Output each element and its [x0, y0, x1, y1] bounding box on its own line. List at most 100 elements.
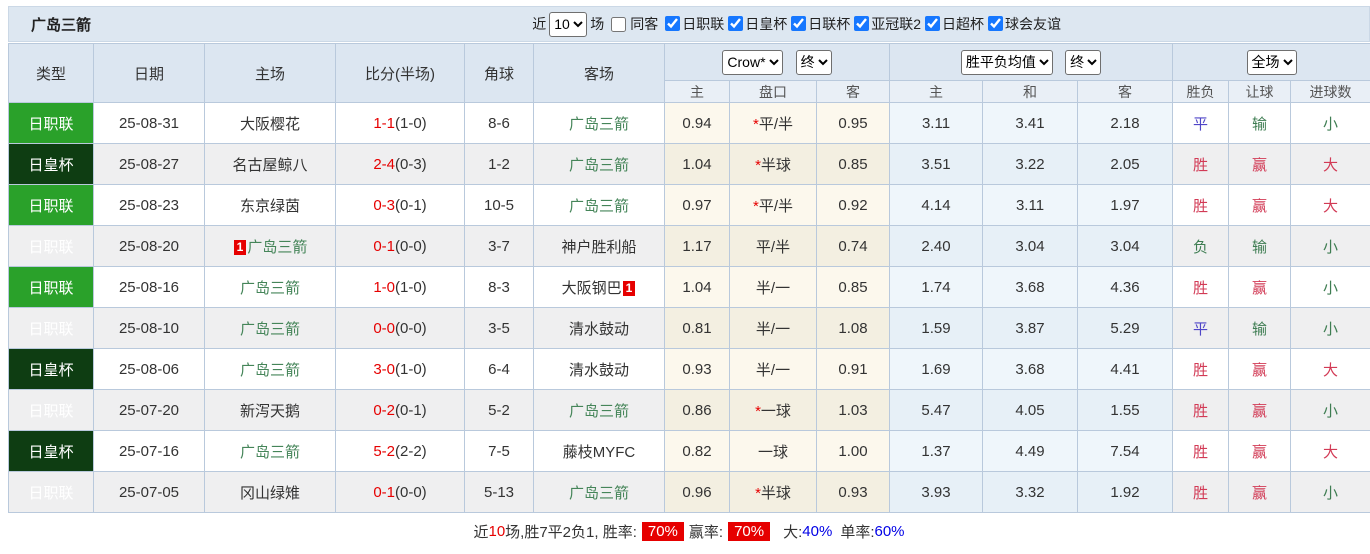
col-header-home: 主场 [205, 44, 336, 103]
mean-draw-odds: 3.04 [983, 226, 1078, 267]
goals-result: 大 [1291, 185, 1370, 226]
away-team-name[interactable]: 广岛三箭 [569, 403, 629, 420]
handicap-line: 平/半 [759, 198, 793, 215]
table-body: 日职联25-08-31大阪樱花1-1(1-0)8-6广岛三箭0.94*平/半0.… [9, 103, 1370, 513]
table-row: 日职联25-08-10广岛三箭0-0(0-0)3-5清水鼓动0.81半/一1.0… [9, 308, 1370, 349]
handicap-line: 半/一 [756, 280, 790, 297]
handicap-result: 输 [1229, 103, 1291, 144]
half-time-score: (0-1) [395, 402, 427, 419]
half-time-score: (0-0) [395, 238, 427, 255]
away-team-name[interactable]: 清水鼓动 [569, 321, 629, 338]
matches-label: 场 [590, 14, 604, 34]
home-team-cell: 名古屋鲸八 [205, 144, 336, 185]
score-cell: 0-0(0-0) [336, 308, 465, 349]
match-date: 25-08-16 [94, 267, 205, 308]
home-team-name[interactable]: 广岛三箭 [240, 362, 300, 379]
same-venue-checkbox[interactable] [611, 17, 626, 32]
mean-away-odds: 2.05 [1078, 144, 1173, 185]
handicap-cell: 半/一 [730, 308, 817, 349]
handicap-result: 赢 [1229, 144, 1291, 185]
home-team-name[interactable]: 大阪樱花 [240, 116, 300, 133]
handicap-line: 平/半 [759, 116, 793, 133]
same-venue-label: 同客 [630, 14, 658, 34]
score-cell: 0-3(0-1) [336, 185, 465, 226]
recent-count-select[interactable]: 10 [549, 12, 587, 37]
away-team-name[interactable]: 藤枝MYFC [563, 444, 636, 461]
handicap-result: 赢 [1229, 390, 1291, 431]
league-filter-checkbox[interactable] [854, 16, 869, 31]
mean-odds-select[interactable]: 胜平负均值 [961, 50, 1053, 75]
mean-odds-time-select[interactable]: 终 [1065, 50, 1101, 75]
away-team-name[interactable]: 神户胜利船 [561, 239, 636, 256]
mean-away-odds: 4.41 [1078, 349, 1173, 390]
league-filter-checkbox[interactable] [665, 16, 680, 31]
sub-col-mean-away: 客 [1078, 81, 1173, 103]
match-result: 胜 [1173, 472, 1229, 513]
summary-near-count: 10 [488, 523, 505, 540]
mean-home-odds: 1.59 [890, 308, 983, 349]
home-team-name[interactable]: 广岛三箭 [240, 444, 300, 461]
home-team-name[interactable]: 广岛三箭 [240, 280, 300, 297]
crow-away-odds: 1.03 [817, 390, 890, 431]
table-row: 日职联25-08-16广岛三箭1-0(1-0)8-3大阪钢巴11.04半/一0.… [9, 267, 1370, 308]
table-header: 类型 日期 主场 比分(半场) 角球 客场 Crow* 终 胜平负均值 终 全场 [9, 44, 1370, 103]
home-team-cell: 广岛三箭 [205, 308, 336, 349]
league-filter-label: 日超杯 [942, 14, 984, 34]
match-date: 25-08-27 [94, 144, 205, 185]
league-filters: 日职联日皇杯日联杯亚冠联2日超杯球会友谊 [661, 14, 1061, 35]
away-team-name[interactable]: 大阪钢巴 [562, 280, 622, 297]
away-team-cell: 藤枝MYFC [534, 431, 665, 472]
league-filter-checkbox[interactable] [791, 16, 806, 31]
home-team-cell: 大阪樱花 [205, 103, 336, 144]
col-header-away: 客场 [534, 44, 665, 103]
matches-table: 类型 日期 主场 比分(半场) 角球 客场 Crow* 终 胜平负均值 终 全场 [8, 43, 1370, 513]
rank-badge: 1 [623, 281, 636, 296]
mean-draw-odds: 3.11 [983, 185, 1078, 226]
league-filter-checkbox[interactable] [728, 16, 743, 31]
league-badge: 日皇杯 [9, 349, 94, 390]
match-date: 25-08-10 [94, 308, 205, 349]
handicap-win-rate-badge: 70% [728, 522, 770, 541]
crow-home-odds: 0.94 [665, 103, 730, 144]
league-badge: 日皇杯 [9, 144, 94, 185]
home-team-name[interactable]: 冈山绿雉 [240, 485, 300, 502]
table-row: 日职联25-08-23东京绿茵0-3(0-1)10-5广岛三箭0.97*平/半0… [9, 185, 1370, 226]
home-team-name[interactable]: 东京绿茵 [240, 198, 300, 215]
home-team-cell: 广岛三箭 [205, 349, 336, 390]
scope-select[interactable]: 全场 [1247, 50, 1297, 75]
handicap-line: 一球 [758, 444, 788, 461]
match-result: 胜 [1173, 144, 1229, 185]
corner-count: 8-3 [465, 267, 534, 308]
league-filter-checkbox[interactable] [988, 16, 1003, 31]
home-team-name[interactable]: 新泻天鹅 [240, 403, 300, 420]
mean-away-odds: 1.55 [1078, 390, 1173, 431]
summary-bar: 近10场,胜7平2负1, 胜率: 70% 赢率: 70% 大:40% 单率:60… [8, 513, 1370, 549]
away-team-name[interactable]: 广岛三箭 [569, 198, 629, 215]
away-team-name[interactable]: 广岛三箭 [569, 157, 629, 174]
half-time-score: (1-0) [395, 115, 427, 132]
table-row: 日皇杯25-08-27名古屋鲸八2-4(0-3)1-2广岛三箭1.04*半球0.… [9, 144, 1370, 185]
sub-col-mean-draw: 和 [983, 81, 1078, 103]
top-bar: 广岛三箭 近 10 场 同客 日职联日皇杯日联杯亚冠联2日超杯球会友谊 [8, 6, 1370, 42]
league-filter-label: 日职联 [682, 14, 724, 34]
full-time-score: 2-4 [373, 156, 395, 173]
home-team-name[interactable]: 广岛三箭 [247, 239, 307, 256]
handicap-result: 输 [1229, 308, 1291, 349]
odds-company-select[interactable]: Crow* [722, 50, 783, 75]
crow-away-odds: 1.00 [817, 431, 890, 472]
handicap-cell: 一球 [730, 431, 817, 472]
full-time-score: 0-0 [373, 320, 395, 337]
home-team-name[interactable]: 广岛三箭 [240, 321, 300, 338]
odds-company-time-select[interactable]: 终 [796, 50, 832, 75]
away-team-name[interactable]: 广岛三箭 [569, 485, 629, 502]
league-badge: 日职联 [9, 308, 94, 349]
mean-draw-odds: 3.87 [983, 308, 1078, 349]
league-filter: 日皇杯 [724, 14, 787, 34]
handicap-result: 赢 [1229, 472, 1291, 513]
league-filter-checkbox[interactable] [925, 16, 940, 31]
handicap-result: 赢 [1229, 349, 1291, 390]
away-team-name[interactable]: 清水鼓动 [569, 362, 629, 379]
home-team-name[interactable]: 名古屋鲸八 [232, 157, 307, 174]
away-team-name[interactable]: 广岛三箭 [569, 116, 629, 133]
header-row-groups: 类型 日期 主场 比分(半场) 角球 客场 Crow* 终 胜平负均值 终 全场 [9, 44, 1370, 81]
